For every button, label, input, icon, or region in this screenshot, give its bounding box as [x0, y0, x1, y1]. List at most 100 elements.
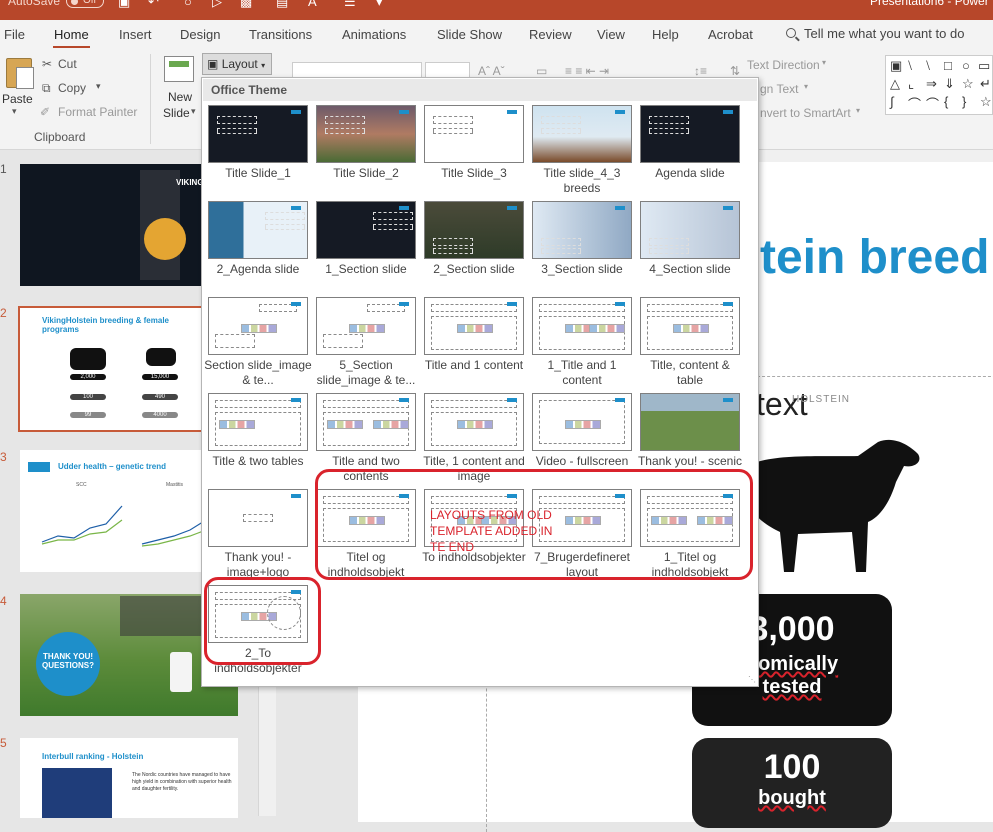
layout-label[interactable]: Thank you! - image+logo: [204, 550, 312, 580]
star-shape-icon[interactable]: ☆: [962, 76, 974, 92]
rounded-rect-shape-icon[interactable]: ▭: [978, 58, 990, 74]
layout-label[interactable]: Section slide_image & te...: [204, 358, 312, 388]
layout-label[interactable]: 4_Section slide: [636, 262, 744, 277]
arc-shape-icon[interactable]: ⌒: [908, 94, 921, 113]
layout-label[interactable]: Title Slide_2: [312, 166, 420, 181]
more-shape-icon[interactable]: ↵: [980, 76, 991, 92]
layout-label[interactable]: Thank you! - scenic: [636, 454, 744, 469]
right-brace-shape-icon[interactable]: }: [962, 94, 966, 109]
layout-thumbnail[interactable]: [640, 201, 740, 259]
layout-thumbnail[interactable]: [208, 297, 308, 355]
paste-icon[interactable]: [6, 58, 34, 89]
tab-insert[interactable]: Insert: [119, 27, 152, 42]
tab-file[interactable]: File: [4, 27, 25, 42]
shapes-gallery[interactable]: ▣ ⧵ ⧵ □ ○ ▭ △ ⌞ ⇒ ⇓ ☆ ↵ ∫ ⌒ ⌒ { } ☆: [885, 55, 993, 115]
layout-label[interactable]: 3_Section slide: [528, 262, 636, 277]
format-painter-icon[interactable]: ✐: [40, 105, 50, 119]
layout-thumbnail[interactable]: [532, 393, 632, 451]
new-slide-button-line2[interactable]: Slide: [163, 106, 190, 120]
layout-thumbnail[interactable]: [316, 201, 416, 259]
tab-view[interactable]: View: [597, 27, 625, 42]
layout-thumbnail[interactable]: [316, 105, 416, 163]
lshape-icon[interactable]: ⌞: [908, 76, 914, 92]
layout-label[interactable]: Title & two tables: [204, 454, 312, 469]
textbox-shape-icon[interactable]: ▣: [890, 58, 902, 74]
tab-review[interactable]: Review: [529, 27, 572, 42]
copy-icon[interactable]: ⧉: [42, 81, 51, 96]
new-slide-dropdown-icon[interactable]: ▾: [191, 106, 196, 117]
copy-button[interactable]: Copy: [58, 81, 86, 95]
tab-help[interactable]: Help: [652, 27, 679, 42]
layout-button[interactable]: ▣ Layout ▾: [202, 53, 272, 75]
line-shape-icon[interactable]: ⧵: [908, 58, 912, 74]
tab-design[interactable]: Design: [180, 27, 220, 42]
layout-label[interactable]: 1_Section slide: [312, 262, 420, 277]
layout-thumbnail[interactable]: [532, 201, 632, 259]
tab-slide-show[interactable]: Slide Show: [437, 27, 502, 42]
tell-me-search[interactable]: Tell me what you want to do: [786, 26, 964, 41]
format-painter-button[interactable]: Format Painter: [58, 105, 137, 119]
triangle-shape-icon[interactable]: △: [890, 76, 900, 92]
layout-label[interactable]: 2_Section slide: [420, 262, 528, 277]
layout-thumbnail[interactable]: [208, 105, 308, 163]
layout-thumbnail[interactable]: [316, 297, 416, 355]
layout-thumbnail[interactable]: [208, 489, 308, 547]
customize-qat-icon[interactable]: ▾: [376, 0, 383, 10]
cut-button[interactable]: Cut: [58, 57, 77, 71]
layout-label[interactable]: Title, content & table: [636, 358, 744, 388]
tab-transitions[interactable]: Transitions: [249, 27, 312, 42]
layout-thumbnail[interactable]: [208, 393, 308, 451]
layout-thumbnail[interactable]: [424, 393, 524, 451]
layout-label[interactable]: Video - fullscreen: [528, 454, 636, 469]
autosave-toggle[interactable]: Off: [66, 0, 104, 8]
layout-thumbnail[interactable]: [640, 393, 740, 451]
cut-icon[interactable]: ✂: [42, 57, 52, 71]
layout-label[interactable]: Agenda slide: [636, 166, 744, 181]
layout-label[interactable]: 5_Section slide_image & te...: [312, 358, 420, 388]
text-direction-button[interactable]: Text Direction: [747, 58, 820, 72]
slide-title[interactable]: tein breed: [760, 230, 989, 285]
clear-formatting-icon[interactable]: ▭: [536, 64, 547, 78]
convert-smartart-dropdown-icon[interactable]: ▾: [856, 106, 860, 115]
redo-icon[interactable]: ○: [184, 0, 192, 9]
layout-label[interactable]: Title and 1 content: [420, 358, 528, 373]
grow-font-icon[interactable]: Aˆ Aˇ: [478, 64, 505, 78]
layout-thumbnail[interactable]: [424, 297, 524, 355]
layout-thumbnail[interactable]: [532, 297, 632, 355]
paste-button[interactable]: Paste: [2, 92, 33, 106]
oval-shape-icon[interactable]: ○: [962, 58, 970, 73]
star2-shape-icon[interactable]: ☆: [980, 94, 992, 110]
new-slide-icon[interactable]: [164, 56, 194, 82]
slide-thumbnail-5[interactable]: Interbull ranking - Holstein The Nordic …: [20, 738, 238, 818]
convert-smartart-button[interactable]: nvert to SmartArt: [760, 106, 851, 120]
undo-icon[interactable]: ↶: [148, 0, 159, 10]
new-slide-button[interactable]: New: [168, 90, 192, 104]
layout-thumbnail[interactable]: [532, 105, 632, 163]
right-arrow-shape-icon[interactable]: ⇒: [926, 76, 937, 92]
bullets-icon[interactable]: ≡ ≡ ⇤ ⇥: [565, 64, 609, 78]
layout-thumbnail[interactable]: [208, 201, 308, 259]
shape-fill-icon[interactable]: ▩: [240, 0, 252, 10]
text-direction-icon[interactable]: ⇅: [730, 64, 740, 78]
left-brace-shape-icon[interactable]: {: [944, 94, 948, 109]
text-direction-dropdown-icon[interactable]: ▾: [822, 58, 826, 67]
layout-thumbnail[interactable]: [316, 393, 416, 451]
layout-label[interactable]: Title slide_4_3 breeds: [528, 166, 636, 196]
layout-thumbnail[interactable]: [640, 297, 740, 355]
arc2-shape-icon[interactable]: ⌒: [926, 94, 939, 113]
tab-animations[interactable]: Animations: [342, 27, 406, 42]
tab-acrobat[interactable]: Acrobat: [708, 27, 753, 42]
copy-dropdown-icon[interactable]: ▾: [96, 81, 101, 92]
paste-dropdown-icon[interactable]: ▾: [12, 106, 17, 117]
layout-label[interactable]: Title Slide_3: [420, 166, 528, 181]
curve-shape-icon[interactable]: ∫: [890, 94, 894, 109]
rectangle-shape-icon[interactable]: □: [944, 58, 952, 73]
align-text-button[interactable]: gn Text: [760, 82, 798, 96]
notes-icon[interactable]: ☰: [344, 0, 356, 10]
resize-grip-icon[interactable]: ⋱: [748, 675, 756, 684]
line-spacing-icon[interactable]: ↕≡: [694, 64, 707, 78]
save-icon[interactable]: ▣: [118, 0, 130, 10]
layout-thumbnail[interactable]: [640, 105, 740, 163]
layout-label[interactable]: 2_Agenda slide: [204, 262, 312, 277]
start-from-beginning-icon[interactable]: ▷: [212, 0, 222, 10]
